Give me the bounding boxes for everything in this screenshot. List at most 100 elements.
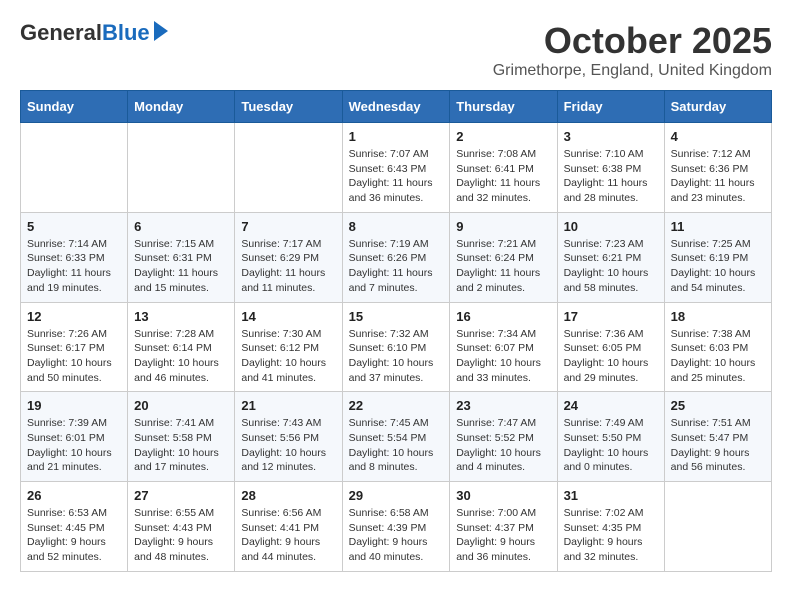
day-info: Sunrise: 7:00 AM Sunset: 4:37 PM Dayligh…	[456, 506, 550, 565]
day-number: 19	[27, 398, 121, 413]
day-number: 25	[671, 398, 765, 413]
calendar-cell: 5 Sunrise: 7:14 AM Sunset: 6:33 PM Daylig…	[21, 212, 128, 302]
day-info: Sunrise: 7:12 AM Sunset: 6:36 PM Dayligh…	[671, 147, 765, 206]
day-number: 3	[564, 129, 658, 144]
day-number: 15	[349, 309, 444, 324]
day-number: 7	[241, 219, 335, 234]
calendar-cell: 7 Sunrise: 7:17 AM Sunset: 6:29 PM Daylig…	[235, 212, 342, 302]
day-info: Sunrise: 7:14 AM Sunset: 6:33 PM Dayligh…	[27, 237, 121, 296]
day-info: Sunrise: 7:10 AM Sunset: 6:38 PM Dayligh…	[564, 147, 658, 206]
calendar-cell: 18 Sunrise: 7:38 AM Sunset: 6:03 PM Dayli…	[664, 302, 771, 392]
day-number: 10	[564, 219, 658, 234]
day-number: 16	[456, 309, 550, 324]
day-info: Sunrise: 7:39 AM Sunset: 6:01 PM Dayligh…	[27, 416, 121, 475]
calendar-week-1: 1 Sunrise: 7:07 AM Sunset: 6:43 PM Daylig…	[21, 123, 772, 213]
day-number: 4	[671, 129, 765, 144]
day-number: 12	[27, 309, 121, 324]
logo-general-text: General	[20, 20, 102, 46]
day-number: 9	[456, 219, 550, 234]
calendar-cell: 17 Sunrise: 7:36 AM Sunset: 6:05 PM Dayli…	[557, 302, 664, 392]
header-tuesday: Tuesday	[235, 91, 342, 123]
calendar-cell: 19 Sunrise: 7:39 AM Sunset: 6:01 PM Dayli…	[21, 392, 128, 482]
day-info: Sunrise: 7:38 AM Sunset: 6:03 PM Dayligh…	[671, 327, 765, 386]
day-info: Sunrise: 6:55 AM Sunset: 4:43 PM Dayligh…	[134, 506, 228, 565]
calendar-cell: 6Sunrise: 7:15 AM Sunset: 6:31 PM Daylig…	[128, 212, 235, 302]
calendar-cell	[235, 123, 342, 213]
day-info: Sunrise: 7:47 AM Sunset: 5:52 PM Dayligh…	[456, 416, 550, 475]
calendar-cell: 16 Sunrise: 7:34 AM Sunset: 6:07 PM Dayli…	[450, 302, 557, 392]
day-info: Sunrise: 7:32 AM Sunset: 6:10 PM Dayligh…	[349, 327, 444, 386]
calendar-cell	[128, 123, 235, 213]
day-number: 23	[456, 398, 550, 413]
day-info: Sunrise: 7:43 AM Sunset: 5:56 PM Dayligh…	[241, 416, 335, 475]
day-number: 5	[27, 219, 121, 234]
day-info: Sunrise: 7:34 AM Sunset: 6:07 PM Dayligh…	[456, 327, 550, 386]
header-saturday: Saturday	[664, 91, 771, 123]
calendar-cell: 13 Sunrise: 7:28 AM Sunset: 6:14 PM Dayli…	[128, 302, 235, 392]
calendar-cell: 8Sunrise: 7:19 AM Sunset: 6:26 PM Daylig…	[342, 212, 450, 302]
day-number: 30	[456, 488, 550, 503]
day-number: 18	[671, 309, 765, 324]
month-title: October 2025	[493, 20, 772, 62]
header-thursday: Thursday	[450, 91, 557, 123]
location-subtitle: Grimethorpe, England, United Kingdom	[493, 62, 772, 80]
day-info: Sunrise: 6:58 AM Sunset: 4:39 PM Dayligh…	[349, 506, 444, 565]
calendar-cell: 21 Sunrise: 7:43 AM Sunset: 5:56 PM Dayli…	[235, 392, 342, 482]
day-number: 1	[349, 129, 444, 144]
day-info: Sunrise: 7:08 AM Sunset: 6:41 PM Dayligh…	[456, 147, 550, 206]
calendar-week-3: 12Sunrise: 7:26 AM Sunset: 6:17 PM Dayli…	[21, 302, 772, 392]
calendar-header-row: SundayMondayTuesdayWednesdayThursdayFrid…	[21, 91, 772, 123]
day-number: 26	[27, 488, 121, 503]
header-wednesday: Wednesday	[342, 91, 450, 123]
day-number: 22	[349, 398, 444, 413]
day-info: Sunrise: 6:56 AM Sunset: 4:41 PM Dayligh…	[241, 506, 335, 565]
calendar-week-4: 19 Sunrise: 7:39 AM Sunset: 6:01 PM Dayli…	[21, 392, 772, 482]
calendar-week-5: 26 Sunrise: 6:53 AM Sunset: 4:45 PM Dayli…	[21, 482, 772, 572]
calendar-cell: 2Sunrise: 7:08 AM Sunset: 6:41 PM Daylig…	[450, 123, 557, 213]
day-number: 27	[134, 488, 228, 503]
day-info: Sunrise: 7:45 AM Sunset: 5:54 PM Dayligh…	[349, 416, 444, 475]
day-info: Sunrise: 7:51 AM Sunset: 5:47 PM Dayligh…	[671, 416, 765, 475]
calendar-table: SundayMondayTuesdayWednesdayThursdayFrid…	[20, 90, 772, 572]
day-info: Sunrise: 7:02 AM Sunset: 4:35 PM Dayligh…	[564, 506, 658, 565]
day-info: Sunrise: 7:23 AM Sunset: 6:21 PM Dayligh…	[564, 237, 658, 296]
day-number: 29	[349, 488, 444, 503]
calendar-cell	[664, 482, 771, 572]
day-number: 28	[241, 488, 335, 503]
day-number: 8	[349, 219, 444, 234]
calendar-cell: 4 Sunrise: 7:12 AM Sunset: 6:36 PM Daylig…	[664, 123, 771, 213]
day-number: 11	[671, 219, 765, 234]
calendar-cell	[21, 123, 128, 213]
day-number: 21	[241, 398, 335, 413]
calendar-cell: 22 Sunrise: 7:45 AM Sunset: 5:54 PM Dayli…	[342, 392, 450, 482]
calendar-cell: 28 Sunrise: 6:56 AM Sunset: 4:41 PM Dayli…	[235, 482, 342, 572]
calendar-cell: 23 Sunrise: 7:47 AM Sunset: 5:52 PM Dayli…	[450, 392, 557, 482]
day-info: Sunrise: 7:28 AM Sunset: 6:14 PM Dayligh…	[134, 327, 228, 386]
day-info: Sunrise: 7:17 AM Sunset: 6:29 PM Dayligh…	[241, 237, 335, 296]
title-section: October 2025 Grimethorpe, England, Unite…	[493, 20, 772, 80]
day-info: Sunrise: 6:53 AM Sunset: 4:45 PM Dayligh…	[27, 506, 121, 565]
day-number: 13	[134, 309, 228, 324]
calendar-cell: 27 Sunrise: 6:55 AM Sunset: 4:43 PM Dayli…	[128, 482, 235, 572]
day-info: Sunrise: 7:49 AM Sunset: 5:50 PM Dayligh…	[564, 416, 658, 475]
day-number: 6	[134, 219, 228, 234]
day-number: 20	[134, 398, 228, 413]
calendar-cell: 29 Sunrise: 6:58 AM Sunset: 4:39 PM Dayli…	[342, 482, 450, 572]
calendar-cell: 9 Sunrise: 7:21 AM Sunset: 6:24 PM Daylig…	[450, 212, 557, 302]
day-info: Sunrise: 7:07 AM Sunset: 6:43 PM Dayligh…	[349, 147, 444, 206]
day-info: Sunrise: 7:30 AM Sunset: 6:12 PM Dayligh…	[241, 327, 335, 386]
calendar-cell: 11Sunrise: 7:25 AM Sunset: 6:19 PM Dayli…	[664, 212, 771, 302]
calendar-cell: 1 Sunrise: 7:07 AM Sunset: 6:43 PM Daylig…	[342, 123, 450, 213]
day-number: 17	[564, 309, 658, 324]
calendar-cell: 14 Sunrise: 7:30 AM Sunset: 6:12 PM Dayli…	[235, 302, 342, 392]
header-friday: Friday	[557, 91, 664, 123]
page-header: General Blue October 2025 Grimethorpe, E…	[20, 20, 772, 80]
calendar-week-2: 5 Sunrise: 7:14 AM Sunset: 6:33 PM Daylig…	[21, 212, 772, 302]
day-number: 31	[564, 488, 658, 503]
logo-blue-text: Blue	[102, 20, 150, 46]
logo: General Blue	[20, 20, 168, 46]
day-info: Sunrise: 7:41 AM Sunset: 5:58 PM Dayligh…	[134, 416, 228, 475]
day-info: Sunrise: 7:21 AM Sunset: 6:24 PM Dayligh…	[456, 237, 550, 296]
day-number: 14	[241, 309, 335, 324]
day-info: Sunrise: 7:36 AM Sunset: 6:05 PM Dayligh…	[564, 327, 658, 386]
